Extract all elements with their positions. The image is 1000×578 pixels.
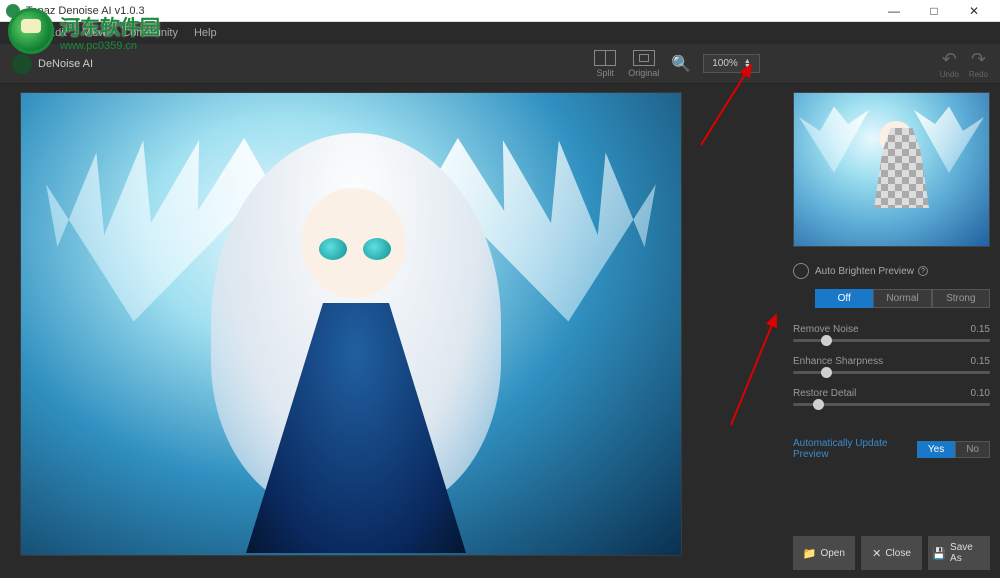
- menu-help[interactable]: Help: [188, 25, 223, 41]
- minimize-button[interactable]: —: [874, 0, 914, 22]
- zoom-spinner[interactable]: ▲▼: [744, 59, 751, 69]
- thumb-wing-left: [799, 103, 869, 173]
- enhance-sharpness-label: Enhance Sharpness: [793, 356, 883, 367]
- app-name: DeNoise AI: [38, 58, 93, 70]
- main-area: Auto Brighten Preview ? Off Normal Stron…: [0, 84, 1000, 578]
- menu-community[interactable]: Community: [116, 25, 184, 41]
- save-icon: 💾: [932, 547, 946, 560]
- split-view-label: Split: [597, 68, 615, 78]
- auto-brighten-row: Auto Brighten Preview ?: [793, 257, 990, 285]
- remove-noise-row: Remove Noise 0.15: [793, 324, 990, 342]
- bottom-buttons: 📁 Open ✕ Close 💾 Save As: [793, 528, 990, 570]
- remove-noise-slider[interactable]: [793, 339, 990, 342]
- enhance-sharpness-slider[interactable]: [793, 371, 990, 374]
- help-icon[interactable]: ?: [918, 266, 928, 276]
- auto-update-row: Automatically Update Preview Yes No: [793, 438, 990, 460]
- enhance-sharpness-value: 0.15: [971, 356, 990, 367]
- auto-update-label: Automatically Update Preview: [793, 438, 917, 460]
- zoom-value: 100%: [712, 58, 738, 69]
- thumb-wing-right: [914, 103, 984, 173]
- titlebar: Topaz Denoise AI v1.0.3 — □ ✕: [0, 0, 1000, 22]
- app-icon: [6, 4, 20, 18]
- undo-button[interactable]: ↶ Undo: [940, 49, 959, 79]
- menu-edit[interactable]: Edit: [42, 25, 73, 41]
- redo-label: Redo: [969, 70, 988, 79]
- undo-icon: ↶: [940, 49, 959, 70]
- enhance-sharpness-thumb[interactable]: [821, 367, 832, 378]
- restore-detail-row: Restore Detail 0.10: [793, 388, 990, 406]
- original-view-icon: [633, 50, 655, 66]
- close-button[interactable]: ✕ Close: [861, 536, 923, 570]
- restore-detail-label: Restore Detail: [793, 388, 856, 399]
- restore-detail-value: 0.10: [971, 388, 990, 399]
- save-as-label: Save As: [950, 542, 986, 564]
- remove-noise-thumb[interactable]: [821, 335, 832, 346]
- artwork-eye-left: [319, 238, 347, 260]
- redo-icon: ↷: [969, 49, 988, 70]
- remove-noise-label: Remove Noise: [793, 324, 859, 335]
- zoom-level-box[interactable]: 100% ▲▼: [703, 54, 760, 73]
- menu-view[interactable]: View: [77, 25, 113, 41]
- maximize-button[interactable]: □: [914, 0, 954, 22]
- brighten-strong[interactable]: Strong: [932, 289, 990, 308]
- brighten-segmented: Off Normal Strong: [815, 289, 990, 308]
- slider-group: Remove Noise 0.15 Enhance Sharpness 0.15: [793, 324, 990, 420]
- enhance-sharpness-row: Enhance Sharpness 0.15: [793, 356, 990, 374]
- sidebar-panel: Auto Brighten Preview ? Off Normal Stron…: [783, 84, 1000, 578]
- save-as-button[interactable]: 💾 Save As: [928, 536, 990, 570]
- split-view-icon: [594, 50, 616, 66]
- brightness-icon: [793, 263, 809, 279]
- undo-label: Undo: [940, 70, 959, 79]
- brighten-normal[interactable]: Normal: [873, 289, 931, 308]
- zoom-icon[interactable]: 🔍: [671, 54, 691, 74]
- app-label: DeNoise AI: [12, 54, 93, 74]
- window-title: Topaz Denoise AI v1.0.3: [26, 5, 874, 17]
- original-view-label: Original: [628, 68, 659, 78]
- menubar: File Edit View Community Help: [0, 22, 1000, 44]
- remove-noise-value: 0.15: [971, 324, 990, 335]
- canvas-area: [0, 84, 783, 578]
- view-mode-group: Split Original 🔍 100% ▲▼: [594, 50, 759, 78]
- redo-button[interactable]: ↷ Redo: [969, 49, 988, 79]
- artwork-eye-right: [363, 238, 391, 260]
- main-image-preview[interactable]: [20, 92, 682, 556]
- window-controls: — □ ✕: [874, 0, 994, 22]
- close-window-button[interactable]: ✕: [954, 0, 994, 22]
- auto-update-yes[interactable]: Yes: [917, 441, 955, 458]
- restore-detail-thumb[interactable]: [813, 399, 824, 410]
- app-logo-icon: [12, 54, 32, 74]
- split-view-button[interactable]: Split: [594, 50, 616, 78]
- brighten-off[interactable]: Off: [815, 289, 873, 308]
- folder-icon: 📁: [803, 547, 817, 560]
- preview-thumbnail[interactable]: [793, 92, 990, 247]
- auto-brighten-label: Auto Brighten Preview ?: [815, 266, 990, 277]
- open-button[interactable]: 📁 Open: [793, 536, 855, 570]
- menu-file[interactable]: File: [8, 25, 38, 41]
- close-label: Close: [885, 548, 911, 559]
- open-label: Open: [820, 548, 844, 559]
- toolbar: DeNoise AI Split Original 🔍 100% ▲▼ ↶ Un…: [0, 44, 1000, 84]
- artwork-face: [301, 188, 406, 298]
- close-icon: ✕: [872, 547, 881, 560]
- auto-update-no[interactable]: No: [955, 441, 990, 458]
- auto-update-toggle: Yes No: [917, 441, 990, 458]
- original-view-button[interactable]: Original: [628, 50, 659, 78]
- restore-detail-slider[interactable]: [793, 403, 990, 406]
- undo-redo-group: ↶ Undo ↷ Redo: [940, 49, 988, 79]
